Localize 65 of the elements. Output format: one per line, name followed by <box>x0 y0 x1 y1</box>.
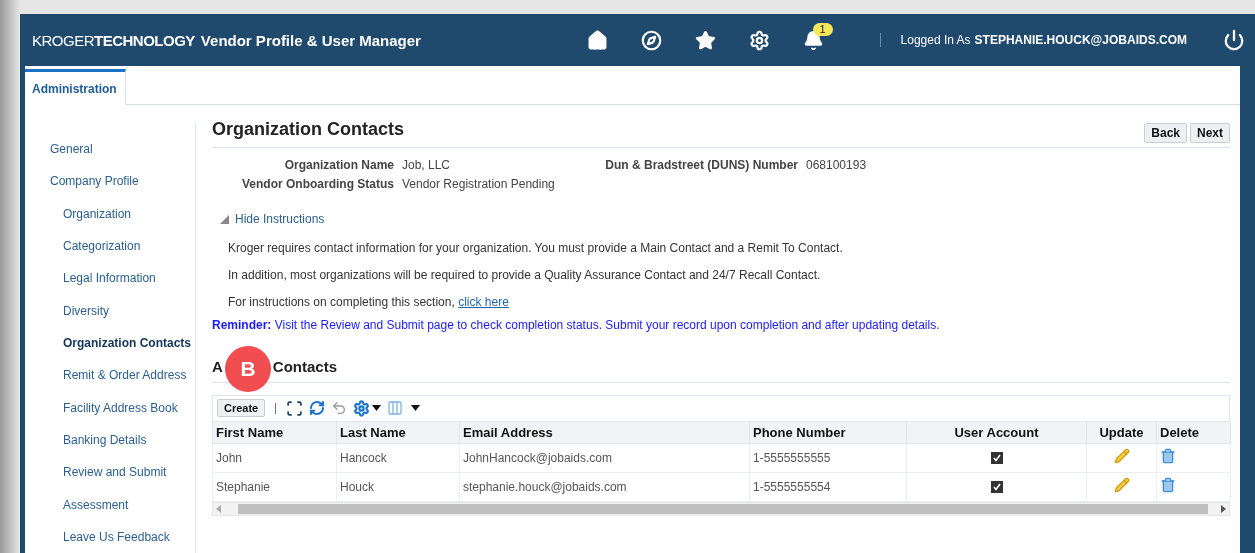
field-label: Dun & Bradstreet (DUNS) Number <box>604 158 798 172</box>
sidebar-item[interactable]: General <box>25 133 195 166</box>
table-cell: 1-5555555555 <box>749 443 907 472</box>
power-icon[interactable] <box>1223 29 1245 51</box>
reminder-text: Reminder: Visit the Review and Submit page to check completion status. Submit your record upon completion and after updating details. <box>212 317 941 332</box>
callout-marker: B <box>225 345 271 392</box>
page-title: Organization Contacts <box>212 119 404 140</box>
refresh-icon[interactable] <box>309 400 326 416</box>
field-label: Organization Name <box>283 158 394 172</box>
hide-instructions-link[interactable]: Hide Instructions <box>220 212 325 226</box>
sidebar-item[interactable]: Organization <box>25 197 195 230</box>
columns-menu-icon[interactable] <box>387 400 421 416</box>
sidebar-item[interactable]: Legal Information <box>25 262 195 295</box>
undo-icon[interactable] <box>331 400 348 416</box>
table-cell: John <box>212 443 337 472</box>
table-cell: JohnHancock@jobaids.com <box>459 443 750 472</box>
column-header: User Account <box>906 421 1087 443</box>
table-cell: Houck <box>336 472 460 501</box>
field-label: Vendor Onboarding Status <box>241 177 394 191</box>
table-cell: 1-5555555554 <box>749 472 907 501</box>
logged-in-label: Logged In As <box>900 33 971 47</box>
scroll-right-icon[interactable] <box>1221 504 1226 513</box>
checkbox[interactable] <box>990 481 1003 494</box>
app-title: Vendor Profile & User Manager <box>200 31 421 49</box>
field-value: 068100193 <box>806 158 868 172</box>
field-value: Vendor Registration Pending <box>402 177 556 191</box>
trash-icon[interactable] <box>1160 448 1176 464</box>
column-header: First Name <box>212 421 337 443</box>
sidebar-item[interactable]: Diversity <box>25 294 195 327</box>
instruction-text: In addition, most organizations will be required to provide a Quality Assurance Contact and 24/7 Recall Contact. <box>228 267 822 282</box>
table-cell: stephanie.houck@jobaids.com <box>459 472 750 501</box>
create-button[interactable]: Create <box>217 399 266 417</box>
settings-menu-icon[interactable] <box>353 399 382 417</box>
notification-badge: 1 <box>812 22 833 36</box>
brand-logo: KROGERTECHNOLOGY <box>32 31 195 49</box>
trash-icon[interactable] <box>1160 477 1176 493</box>
tab[interactable]: Administration <box>25 69 126 105</box>
instruction-text: For instructions on completing this section, click here <box>228 294 510 309</box>
table-cell: Hancock <box>336 443 460 472</box>
user-name: STEPHANIE.HOUCK@JOBAIDS.COM <box>974 33 1187 47</box>
nav-button[interactable]: Back <box>1144 123 1187 143</box>
column-header: Email Address <box>459 421 750 443</box>
sidebar-item[interactable]: Organization Contacts <box>25 326 195 360</box>
star-icon[interactable] <box>694 29 716 51</box>
sidebar-item[interactable]: Assessment <box>25 488 195 521</box>
sidebar-item[interactable]: Company Profile <box>25 165 195 198</box>
section-title: A <box>212 357 223 375</box>
compass-icon[interactable] <box>640 29 662 51</box>
click-here-link[interactable]: click here <box>458 294 509 309</box>
settings-icon[interactable] <box>748 29 770 51</box>
sidebar-item[interactable]: Facility Address Book <box>25 391 195 424</box>
home-icon[interactable] <box>586 29 608 51</box>
sidebar-item[interactable]: Banking Details <box>25 423 195 457</box>
nav-button[interactable]: Next <box>1190 123 1230 143</box>
sidebar-item[interactable]: Categorization <box>25 229 195 263</box>
sidebar-item[interactable]: Leave Us Feedback <box>25 520 195 553</box>
sidebar-item[interactable]: Remit & Order Address <box>25 359 195 392</box>
detach-icon[interactable] <box>286 399 304 417</box>
triangle-icon <box>220 214 229 224</box>
table-cell: Stephanie <box>212 472 337 501</box>
instruction-text: Kroger requires contact information for your organization. You must provide a Main Contact and a Remit To Contact. <box>228 240 844 255</box>
sidebar-item[interactable]: Review and Submit <box>25 456 195 489</box>
checkbox[interactable] <box>990 452 1003 465</box>
section-title: Contacts <box>272 357 338 375</box>
field-value: Job, LLC <box>402 158 452 172</box>
